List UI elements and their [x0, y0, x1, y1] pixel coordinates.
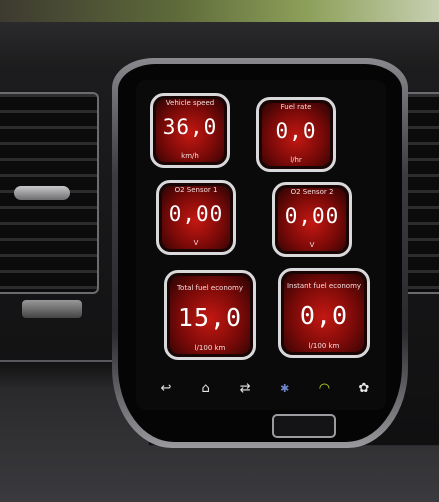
bluetooth-icon[interactable]: ✱ — [273, 382, 297, 395]
recent-apps-icon[interactable]: ⇄ — [233, 381, 257, 396]
home-icon[interactable]: ⌂ — [194, 381, 218, 396]
gauge-value: 15,0 — [177, 303, 243, 332]
fuel-rate-gauge[interactable]: Fuel rate 0,0 l/hr — [256, 97, 336, 172]
gauge-value: 0,0 — [275, 119, 317, 143]
gauge-title: Total fuel economy — [176, 284, 244, 292]
gauge-unit: V — [309, 241, 315, 249]
gauge-unit: l/100 km — [308, 342, 340, 350]
infotainment-screen: Vehicle speed 36,0 km/h Fuel rate 0,0 l/… — [136, 80, 386, 410]
gauge-title: Fuel rate — [280, 103, 312, 111]
o2-sensor-2-gauge[interactable]: O2 Sensor 2 0,00 V — [272, 182, 352, 257]
gauge-value: 0,00 — [168, 202, 224, 226]
gauge-value: 0,00 — [284, 204, 340, 228]
gauge-value: 36,0 — [162, 115, 218, 139]
vehicle-speed-gauge[interactable]: Vehicle speed 36,0 km/h — [150, 93, 230, 168]
gauge-unit: km/h — [181, 152, 199, 160]
gauge-title: Instant fuel economy — [286, 282, 362, 290]
settings-icon[interactable]: ✿ — [352, 381, 376, 396]
gauge-unit: V — [193, 239, 199, 247]
gauge-title: O2 Sensor 2 — [290, 188, 334, 196]
navigation-bar: ↩ ⌂ ⇄ ✱ ◠ ✿ — [154, 376, 376, 400]
gauge-unit: l/100 km — [194, 344, 226, 352]
wifi-icon[interactable]: ◠ — [312, 381, 336, 396]
gauge-title: Vehicle speed — [165, 99, 215, 107]
o2-sensor-1-gauge[interactable]: O2 Sensor 1 0,00 V — [156, 180, 236, 255]
gauge-unit: l/hr — [290, 156, 302, 164]
physical-home-button[interactable] — [272, 414, 336, 438]
left-vent-knob — [14, 186, 70, 200]
total-fuel-economy-gauge[interactable]: Total fuel economy 15,0 l/100 km — [164, 270, 256, 360]
gauge-title: O2 Sensor 1 — [174, 186, 218, 194]
back-icon[interactable]: ↩ — [154, 381, 178, 396]
instant-fuel-economy-gauge[interactable]: Instant fuel economy 0,0 l/100 km — [278, 268, 370, 358]
gauge-value: 0,0 — [299, 301, 349, 330]
dashboard-switch — [22, 300, 82, 318]
